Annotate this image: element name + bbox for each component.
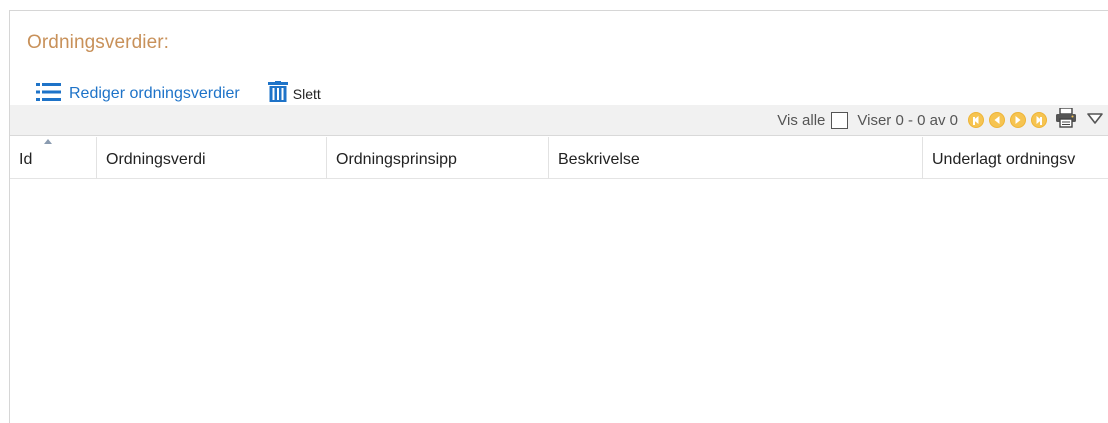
- column-header-label: Beskrivelse: [558, 151, 640, 168]
- column-header-label: Id: [19, 151, 33, 168]
- column-header-ordningsverdi[interactable]: Ordningsverdi: [97, 137, 327, 179]
- triangle-down-icon[interactable]: [1087, 112, 1103, 129]
- column-header-ordningsprinsipp[interactable]: Ordningsprinsipp: [327, 137, 549, 179]
- previous-page-icon[interactable]: [989, 112, 1005, 128]
- list-icon: [36, 82, 61, 107]
- pager: Vis alle Viser 0 - 0 av 0: [777, 107, 1103, 132]
- column-header-beskrivelse[interactable]: Beskrivelse: [549, 137, 923, 179]
- edit-ordningsverdier-button[interactable]: Rediger ordningsverdier: [36, 82, 240, 107]
- toolbar: Rediger ordningsverdier Slett: [36, 81, 321, 107]
- sort-ascending-icon: [44, 139, 52, 144]
- edit-ordningsverdier-label: Rediger ordningsverdier: [69, 85, 240, 102]
- pager-range-text: Viser 0 - 0 av 0: [857, 111, 958, 129]
- panel-title: Ordningsverdier:: [27, 32, 170, 53]
- next-page-icon[interactable]: [1010, 112, 1026, 128]
- delete-button[interactable]: Slett: [267, 81, 321, 107]
- column-header-label: Ordningsprinsipp: [336, 151, 457, 168]
- printer-icon[interactable]: [1055, 107, 1077, 132]
- trash-icon: [267, 81, 288, 107]
- column-header-label: Underlagt ordningsv: [932, 151, 1076, 168]
- ordningsverdier-panel: Ordningsverdier: Rediger ordningsverdier: [9, 10, 1108, 423]
- column-header-underlagt[interactable]: Underlagt ordningsv: [923, 137, 1108, 179]
- first-page-icon[interactable]: [968, 112, 984, 128]
- grid-body: [10, 179, 1108, 423]
- show-all-checkbox[interactable]: [831, 111, 849, 129]
- column-header-label: Ordningsverdi: [106, 151, 206, 168]
- grid-toolbar: Vis alle Viser 0 - 0 av 0: [10, 105, 1108, 136]
- show-all-label: Vis alle: [777, 111, 826, 129]
- delete-label: Slett: [292, 86, 321, 102]
- column-header-id[interactable]: Id: [10, 137, 97, 179]
- last-page-icon[interactable]: [1031, 112, 1047, 128]
- grid-header: Id Ordningsverdi Ordningsprinsipp Beskri…: [10, 137, 1108, 179]
